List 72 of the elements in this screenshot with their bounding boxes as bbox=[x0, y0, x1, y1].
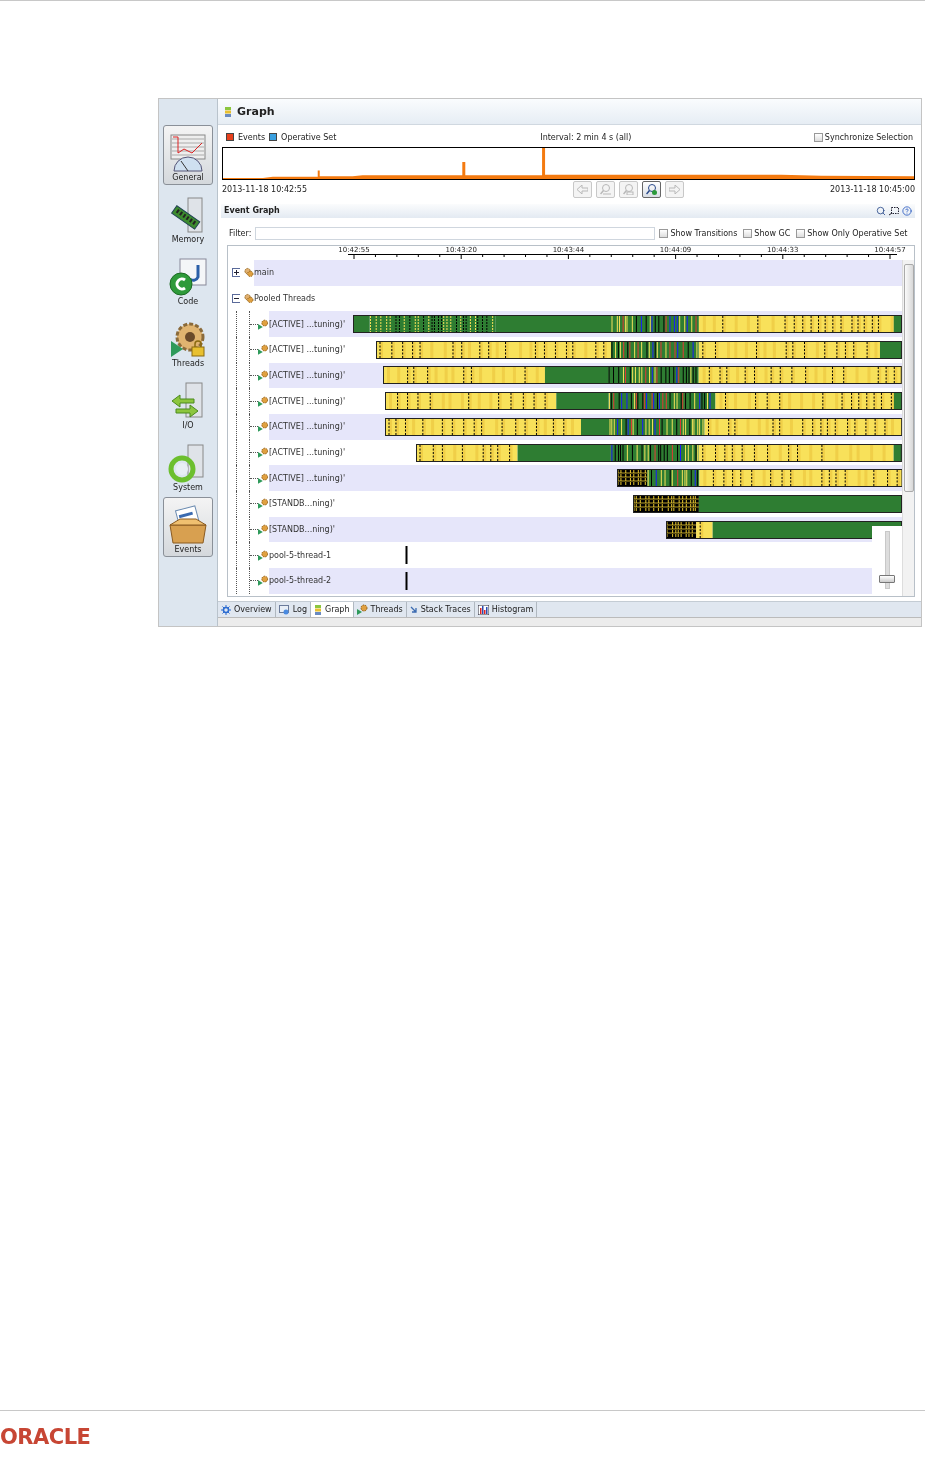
arrow-icon bbox=[409, 605, 418, 614]
expand-toggle[interactable] bbox=[232, 268, 241, 278]
thread-group-icon bbox=[244, 292, 254, 304]
filter-field[interactable] bbox=[255, 226, 656, 240]
bar-chart-icon bbox=[477, 604, 489, 615]
magnifier-icon bbox=[600, 184, 611, 195]
sidebar-item[interactable]: I/O bbox=[163, 373, 213, 433]
legend-label: Events bbox=[238, 132, 266, 142]
thread-icon bbox=[258, 575, 269, 587]
option-checkbox[interactable]: Show Only Operative Set bbox=[796, 228, 908, 238]
thread-item[interactable]: pool-5-thread-2 bbox=[269, 576, 353, 586]
view-title: Graph bbox=[237, 105, 275, 118]
thread-icon bbox=[258, 498, 269, 510]
thread-item[interactable]: [ACTIVE] ...tuning)' bbox=[269, 319, 353, 329]
code-icon bbox=[168, 257, 208, 297]
thread-icon bbox=[356, 604, 368, 615]
view-tab[interactable]: Graph bbox=[310, 602, 354, 617]
end-time: 2013-11-18 10:45:00 bbox=[830, 185, 915, 194]
thread-icon bbox=[258, 524, 269, 536]
help-icon[interactable] bbox=[902, 205, 912, 216]
sidebar-item[interactable]: Memory bbox=[163, 187, 213, 247]
thread-icon bbox=[258, 447, 269, 458]
thread-item[interactable]: pool-5-thread-1 bbox=[269, 550, 353, 560]
filter-label: Filter: bbox=[229, 228, 252, 238]
thread-icon bbox=[258, 318, 269, 330]
thread-icon bbox=[258, 369, 269, 381]
thread-group-icon bbox=[244, 267, 254, 279]
sidebar-item[interactable]: Code bbox=[163, 249, 213, 309]
option-checkbox[interactable]: Show Transitions bbox=[659, 228, 738, 238]
tree-item[interactable]: main bbox=[254, 268, 353, 278]
chart-gauge-icon bbox=[168, 133, 208, 173]
event-tick bbox=[405, 546, 409, 565]
scrollbar[interactable] bbox=[902, 259, 914, 596]
sidebar-item[interactable]: General bbox=[163, 125, 213, 185]
collapse-toggle[interactable] bbox=[232, 293, 241, 303]
sidebar-item[interactable]: Threads bbox=[163, 311, 213, 371]
starburst-icon bbox=[221, 604, 231, 615]
synchronize-checkbox[interactable]: Synchronize Selection bbox=[813, 132, 913, 142]
start-time: 2013-11-18 10:42:55 bbox=[222, 185, 307, 194]
thread-item[interactable]: [ACTIVE] ...tuning)' bbox=[269, 473, 353, 483]
thread-item[interactable]: [ACTIVE] ...tuning)' bbox=[269, 370, 353, 380]
panel-title: Event Graph bbox=[224, 206, 280, 216]
event-tick bbox=[405, 571, 409, 590]
company-logo: ORACLE bbox=[0, 1424, 91, 1449]
thread-icon bbox=[258, 549, 269, 561]
arrow-right-icon bbox=[669, 185, 680, 194]
search-icon[interactable] bbox=[876, 205, 886, 216]
thread-item[interactable]: [ACTIVE] ...tuning)' bbox=[269, 448, 353, 457]
thread-icon bbox=[258, 472, 269, 484]
arrow-left-icon bbox=[577, 185, 588, 194]
option-checkbox[interactable]: Show GC bbox=[743, 228, 791, 238]
thread-item[interactable]: [ACTIVE] ...tuning)' bbox=[269, 345, 353, 355]
magnifier-icon bbox=[623, 184, 634, 195]
interval-label: Interval: 2 min 4 s (all) bbox=[540, 132, 632, 142]
dashed-frame-icon bbox=[889, 205, 899, 216]
sidebar-item[interactable]: System bbox=[163, 435, 213, 495]
sidebar-item[interactable]: Events bbox=[163, 497, 213, 557]
zoom-slider[interactable] bbox=[872, 526, 902, 594]
box-documents-icon bbox=[168, 505, 208, 545]
thread-item[interactable]: [ACTIVE] ...tuning)' bbox=[269, 396, 353, 406]
stacked-bars-icon bbox=[224, 106, 232, 117]
thread-icon bbox=[258, 344, 269, 356]
nav-button[interactable] bbox=[642, 181, 661, 198]
legend-label: Operative Set bbox=[281, 132, 337, 142]
thread-icon bbox=[258, 421, 269, 433]
thread-icon bbox=[258, 395, 269, 407]
thread-item[interactable]: [STANDB...ning)' bbox=[269, 499, 353, 509]
stacked-bars-icon bbox=[313, 604, 322, 615]
thread-item[interactable]: [ACTIVE] ...tuning)' bbox=[269, 422, 353, 432]
magnifier-plus-icon bbox=[646, 184, 657, 195]
thread-item[interactable]: [STANDB...ning)' bbox=[269, 525, 353, 535]
tree-item[interactable]: Pooled Threads bbox=[254, 293, 353, 303]
